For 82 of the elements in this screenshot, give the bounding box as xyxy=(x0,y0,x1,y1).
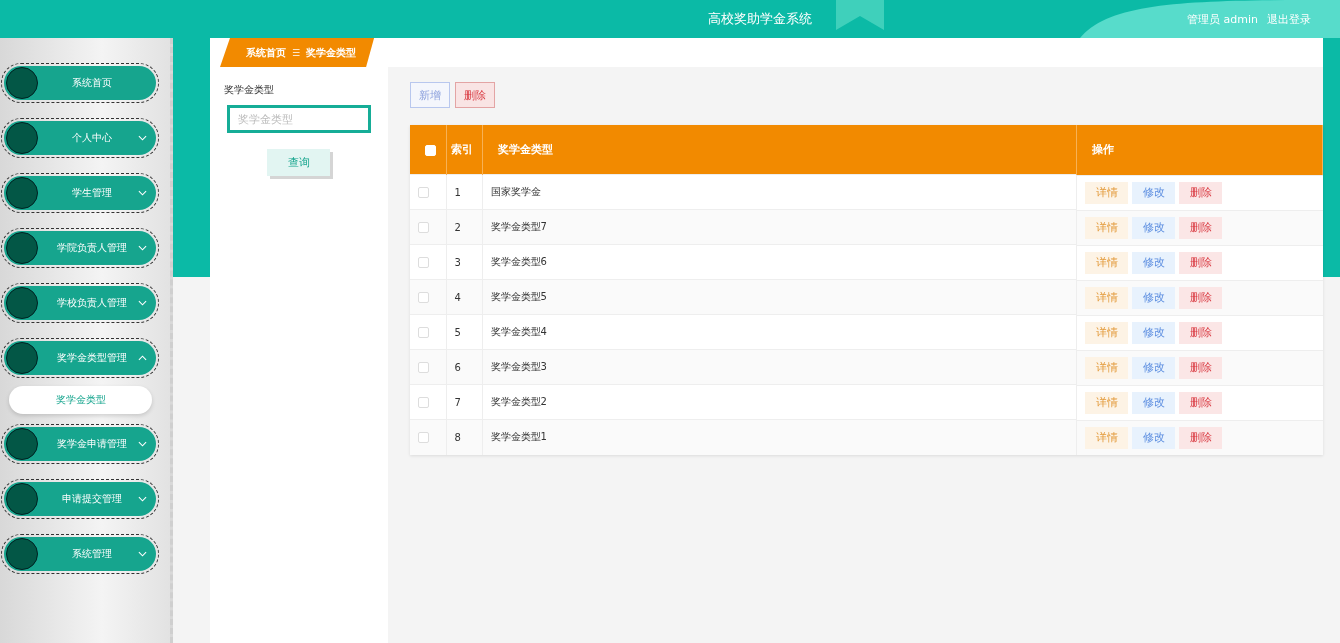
edit-button[interactable]: 修改 xyxy=(1132,216,1175,239)
chevron-down-icon xyxy=(138,551,147,557)
chevron-down-icon xyxy=(138,135,147,141)
breadcrumb-current: 奖学金类型 xyxy=(306,45,357,60)
delete-button[interactable]: 删除 xyxy=(1179,251,1222,274)
table-cell: 2 xyxy=(446,209,482,245)
chevron-down-icon xyxy=(138,496,147,502)
query-button[interactable]: 查询 xyxy=(267,149,330,176)
checkbox[interactable] xyxy=(418,326,429,338)
checkbox[interactable] xyxy=(418,186,429,198)
table-cell: 奖学金类型1 xyxy=(482,419,1077,455)
delete-button[interactable]: 删除 xyxy=(1179,426,1222,449)
details-button[interactable]: 详情 xyxy=(1085,426,1128,449)
edit-button[interactable]: 修改 xyxy=(1132,321,1175,344)
edit-button[interactable]: 修改 xyxy=(1132,181,1175,204)
delete-button[interactable]: 删除 xyxy=(1179,321,1222,344)
edit-button[interactable]: 修改 xyxy=(1132,286,1175,309)
chevron-up-icon xyxy=(138,355,147,361)
user-name: 管理员 admin xyxy=(1187,11,1258,27)
edit-button[interactable]: 修改 xyxy=(1132,251,1175,274)
table-cell: 奖学金类型3 xyxy=(482,349,1077,385)
chevron-down-icon xyxy=(138,300,147,306)
circle-icon xyxy=(6,122,38,154)
checkbox[interactable] xyxy=(418,256,429,268)
details-button[interactable]: 详情 xyxy=(1085,181,1128,204)
filter-label: 奖学金类型 xyxy=(224,83,274,97)
circle-icon xyxy=(6,287,38,319)
edit-button[interactable]: 修改 xyxy=(1132,391,1175,414)
table-cell: 8 xyxy=(446,419,482,455)
column-header: 奖学金类型 xyxy=(482,125,1077,175)
checkbox[interactable] xyxy=(418,361,429,373)
chevron-down-icon xyxy=(138,245,147,251)
edit-button[interactable]: 修改 xyxy=(1132,426,1175,449)
submenu-item[interactable]: 奖学金类型 xyxy=(9,386,152,414)
add-button[interactable]: 新增 xyxy=(410,82,450,108)
breadcrumb-link[interactable]: 系统首页 xyxy=(246,45,286,60)
menu-item[interactable]: 学院负责人管理 xyxy=(4,231,156,265)
chevron-down-icon xyxy=(138,441,147,447)
details-button[interactable]: 详情 xyxy=(1085,321,1128,344)
details-button[interactable]: 详情 xyxy=(1085,286,1128,309)
table-cell: 奖学金类型7 xyxy=(482,209,1077,245)
circle-icon xyxy=(6,232,38,264)
menu-item[interactable]: 个人中心 xyxy=(4,121,156,155)
separator-icon: ☰ xyxy=(292,47,301,58)
edit-button[interactable]: 修改 xyxy=(1132,356,1175,379)
checkbox[interactable] xyxy=(418,221,429,233)
table-cell: 6 xyxy=(446,349,482,385)
column-header: 索引 xyxy=(446,125,482,175)
delete-button[interactable]: 删除 xyxy=(1179,181,1222,204)
menu-item[interactable]: 申请提交管理 xyxy=(4,482,156,516)
chevron-down-icon xyxy=(138,190,147,196)
table-cell: 奖学金类型5 xyxy=(482,279,1077,315)
checkbox[interactable] xyxy=(418,291,429,303)
circle-icon xyxy=(6,177,38,209)
checkbox[interactable] xyxy=(418,432,429,443)
delete-button[interactable]: 删除 xyxy=(1179,286,1222,309)
details-button[interactable]: 详情 xyxy=(1085,356,1128,379)
circle-icon xyxy=(6,538,38,570)
delete-button[interactable]: 删除 xyxy=(455,82,495,108)
checkbox[interactable] xyxy=(418,396,429,408)
logout-link[interactable]: 退出登录 xyxy=(1267,11,1311,27)
menu-item[interactable]: 奖学金类型管理 xyxy=(4,341,156,375)
ribbon-drawing xyxy=(836,0,884,30)
menu-item[interactable]: 系统管理 xyxy=(4,537,156,571)
menu-item[interactable]: 奖学金申请管理 xyxy=(4,427,156,461)
menu-item[interactable]: 系统首页 xyxy=(4,66,156,100)
circle-icon xyxy=(6,342,38,374)
circle-icon xyxy=(6,67,38,99)
delete-button[interactable]: 删除 xyxy=(1179,216,1222,239)
menu-item[interactable]: 学校负责人管理 xyxy=(4,286,156,320)
circle-icon xyxy=(6,483,38,515)
menu-item[interactable]: 学生管理 xyxy=(4,176,156,210)
search-field[interactable]: 奖学金类型 xyxy=(227,105,371,133)
delete-button[interactable]: 删除 xyxy=(1179,356,1222,379)
details-button[interactable]: 详情 xyxy=(1085,251,1128,274)
circle-icon xyxy=(6,428,38,460)
delete-button[interactable]: 删除 xyxy=(1179,391,1222,414)
details-button[interactable]: 详情 xyxy=(1085,216,1128,239)
app-title: 高校奖助学金系统 xyxy=(708,10,812,28)
column-header: 操作 xyxy=(1076,125,1323,175)
table-cell: 4 xyxy=(446,279,482,315)
details-button[interactable]: 详情 xyxy=(1085,391,1128,414)
